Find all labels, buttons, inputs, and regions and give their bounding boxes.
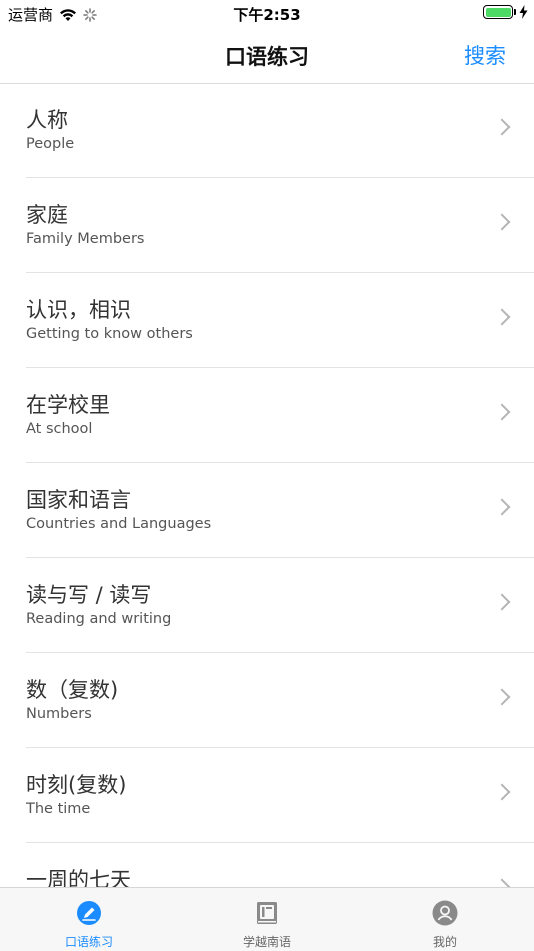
- list-item[interactable]: 时刻(复数) The time: [26, 748, 534, 843]
- list-item-title: 一周的七天: [26, 868, 131, 887]
- list-item-title: 在学校里: [26, 393, 110, 417]
- battery-icon: [483, 5, 513, 19]
- list-item[interactable]: 数（复数) Numbers: [26, 653, 534, 748]
- book-icon: [257, 902, 277, 924]
- list-item-subtitle: Getting to know others: [26, 326, 193, 342]
- tab-learn-vietnamese[interactable]: 学越南语: [178, 888, 356, 951]
- chevron-right-icon: [493, 213, 511, 231]
- topic-list: 人称 People 家庭 Family Members 认识，相识 Gettin…: [0, 83, 534, 887]
- list-item-title: 认识，相识: [26, 298, 131, 322]
- list-item[interactable]: 国家和语言 Countries and Languages: [26, 463, 534, 558]
- chevron-right-icon: [493, 118, 511, 136]
- chevron-right-icon: [493, 403, 511, 421]
- chevron-right-icon: [493, 783, 511, 801]
- chevron-right-icon: [493, 878, 511, 887]
- list-item[interactable]: 认识，相识 Getting to know others: [26, 273, 534, 368]
- list-item-title: 家庭: [26, 203, 68, 227]
- tab-label: 我的: [432, 935, 457, 949]
- tab-mine[interactable]: 我的: [356, 888, 534, 951]
- list-item-subtitle: People: [26, 136, 75, 152]
- chevron-right-icon: [493, 308, 511, 326]
- nav-bar: 口语练习 搜索: [0, 28, 534, 84]
- list-item-title: 国家和语言: [26, 488, 131, 512]
- list-item-title: 数（复数): [26, 678, 119, 702]
- search-button[interactable]: 搜索: [464, 40, 506, 70]
- chevron-right-icon: [493, 498, 511, 516]
- status-right: [483, 5, 528, 19]
- page-title: 口语练习: [225, 45, 309, 69]
- charging-bolt-icon: [519, 5, 528, 19]
- list-item[interactable]: 一周的七天: [26, 843, 534, 887]
- tab-bar: 口语练习 学越南语 我的: [0, 887, 534, 951]
- chevron-right-icon: [493, 688, 511, 706]
- pencil-badge-icon: [77, 901, 101, 925]
- list-item[interactable]: 人称 People: [26, 83, 534, 178]
- list-item-subtitle: At school: [26, 421, 93, 437]
- list-item-subtitle: The time: [26, 801, 91, 817]
- list-item[interactable]: 读与写 / 读写 Reading and writing: [26, 558, 534, 653]
- status-bar: 运营商 下午2:53: [0, 0, 534, 28]
- list-item-title: 时刻(复数): [26, 773, 127, 797]
- list-item-subtitle: Countries and Languages: [26, 516, 212, 532]
- status-time: 下午2:53: [233, 6, 301, 24]
- list-item-title: 人称: [26, 108, 68, 132]
- list-item-subtitle: Reading and writing: [26, 611, 172, 627]
- tab-spoken-practice[interactable]: 口语练习: [0, 888, 178, 951]
- list-item-subtitle: Numbers: [26, 706, 92, 722]
- tab-label: 学越南语: [242, 935, 291, 949]
- person-icon: [432, 900, 458, 926]
- tab-label: 口语练习: [64, 935, 113, 949]
- list-item[interactable]: 家庭 Family Members: [26, 178, 534, 273]
- chevron-right-icon: [493, 593, 511, 611]
- list-item-subtitle: Family Members: [26, 231, 145, 247]
- list-item-title: 读与写 / 读写: [26, 583, 152, 607]
- list-item[interactable]: 在学校里 At school: [26, 368, 534, 463]
